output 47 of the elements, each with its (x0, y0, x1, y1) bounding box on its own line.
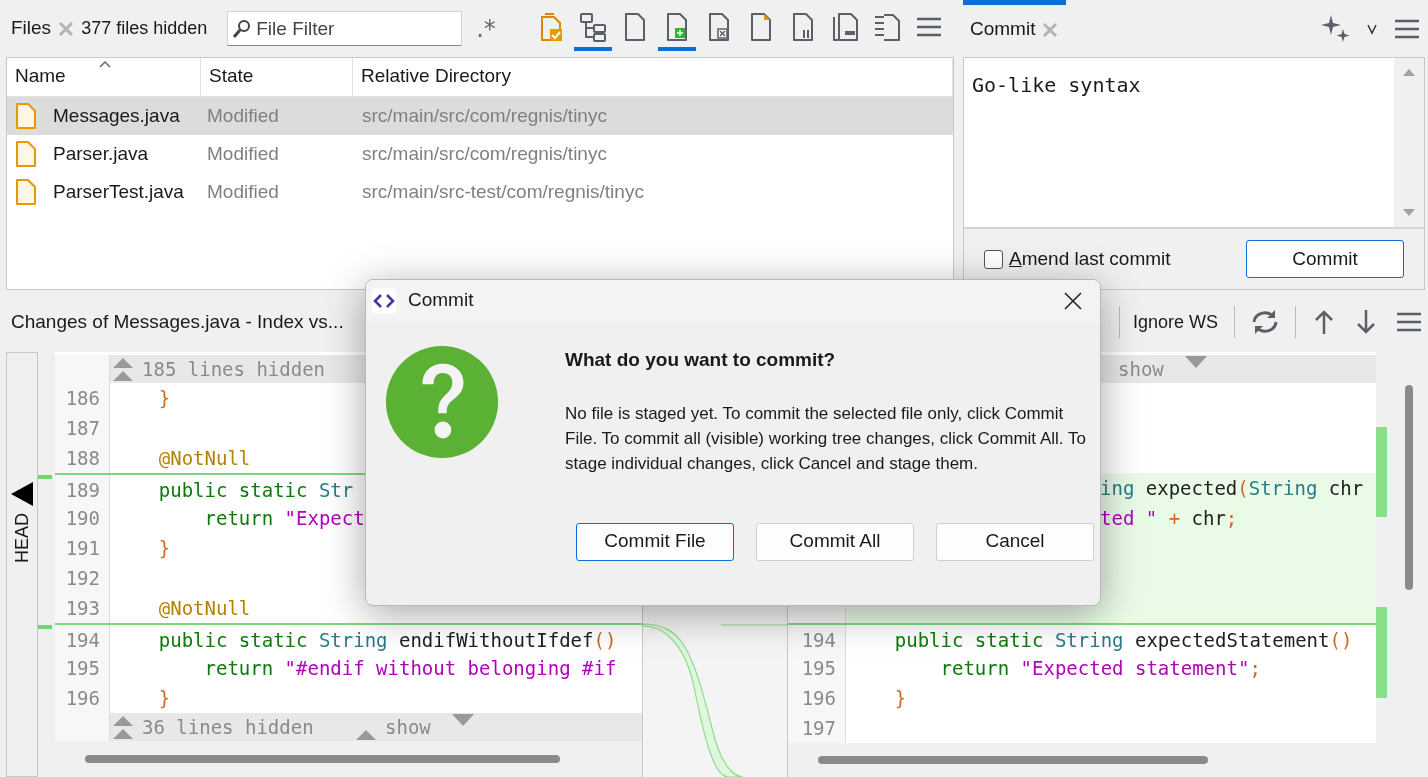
code-line: @NotNull (157, 446, 251, 471)
code-line: ted " + chr; (1100, 506, 1238, 531)
line-number: 195 (788, 653, 846, 683)
line-number: 194 (788, 625, 846, 653)
code-line: return "Expected statement"; (939, 656, 1261, 681)
panel-title: Files (11, 16, 52, 41)
code-line: public static String expectedStatement() (893, 628, 1353, 653)
file-directory: src/main/src/com/regnis/tinyc (361, 103, 608, 128)
file-name: ParserTest.java (53, 179, 184, 204)
code-line: } (157, 386, 171, 411)
code-line: public static Str (157, 478, 354, 503)
hidden-files-count: 377 files hidden (81, 17, 208, 40)
head-label: HEAD (10, 513, 33, 563)
line-number: 193 (55, 593, 110, 623)
line-number: 191 (55, 533, 110, 563)
code-line: return "#endif without belonging #if (203, 656, 617, 681)
line-number: 192 (55, 563, 110, 593)
file-directory: src/main/src-test/com/regnis/tinyc (361, 179, 645, 204)
line-number: 190 (55, 503, 110, 533)
code-line: } (893, 686, 907, 711)
file-state: Modified (206, 179, 280, 204)
dialog-title: Commit (408, 288, 475, 313)
dialog-heading: What do you want to commit? (565, 348, 837, 372)
file-state: Modified (206, 103, 280, 128)
line-number: 195 (55, 653, 110, 683)
line-number: 196 (55, 683, 110, 713)
line-number: 196 (788, 683, 846, 713)
file-state: Modified (206, 141, 280, 166)
code-line: } (157, 686, 171, 711)
code-line: public static String endifWithoutIfdef() (157, 628, 617, 653)
line-number: 189 (55, 475, 110, 503)
line-number: 197 (788, 713, 846, 743)
hidden-lines-count: 185 lines hidden (142, 356, 326, 382)
diff-title: Changes of Messages.java - Index vs... (11, 309, 344, 334)
file-directory: src/main/src/com/regnis/tinyc (361, 141, 608, 166)
hidden-lines-count: 36 lines hidden (142, 714, 314, 740)
file-name: Parser.java (53, 141, 149, 166)
code-line: ing expected(String chr (1100, 476, 1364, 501)
code-line: } (157, 536, 171, 561)
line-number: 188 (55, 443, 110, 473)
code-line: @NotNull (157, 596, 251, 621)
dialog-message: No file is staged yet. To commit the selected file only, click Commit File. To commit all (visible) working tree changes, click Commit All. To stage individual changes, click Cancel and stage them. (565, 402, 1087, 475)
file-name: Messages.java (53, 103, 180, 128)
code-line: return "Expect (203, 506, 365, 531)
line-number: 187 (55, 413, 110, 443)
line-number: 194 (55, 625, 110, 653)
line-number: 186 (55, 383, 110, 413)
